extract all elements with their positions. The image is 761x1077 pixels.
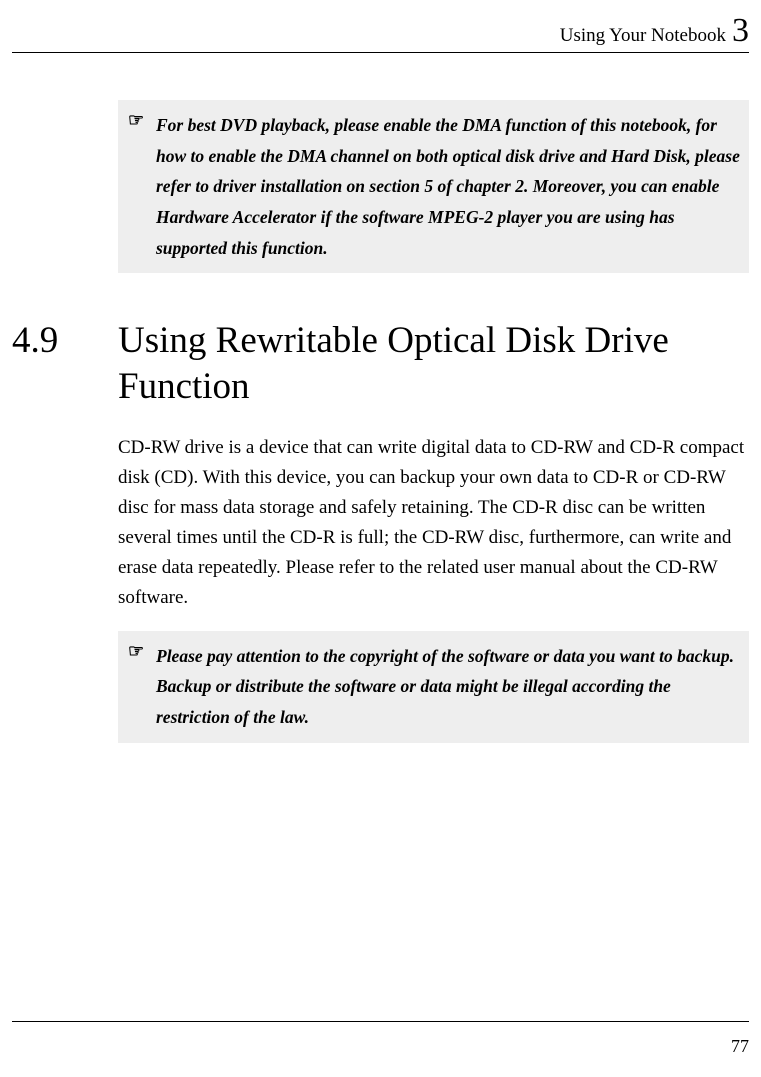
pointing-hand-icon: ☞ (128, 641, 144, 662)
section-heading: 4.9 Using Rewritable Optical Disk Drive … (12, 318, 749, 411)
header-chapter-number: 3 (732, 14, 749, 48)
section-title: Using Rewritable Optical Disk Drive Func… (118, 318, 749, 411)
note-box-copyright: ☞ Please pay attention to the copyright … (118, 631, 749, 743)
page-content: ☞ For best DVD playback, please enable t… (12, 100, 749, 743)
page-number: 77 (731, 1036, 749, 1056)
page-header: Using Your Notebook 3 (12, 14, 749, 53)
body-paragraph: CD-RW drive is a device that can write d… (118, 433, 749, 613)
note-text-dvd: For best DVD playback, please enable the… (128, 110, 743, 263)
pointing-hand-icon: ☞ (128, 110, 144, 131)
note-text-copyright: Please pay attention to the copyright of… (128, 641, 743, 733)
header-title: Using Your Notebook (560, 25, 726, 47)
section-number: 4.9 (12, 318, 118, 411)
note-box-dvd: ☞ For best DVD playback, please enable t… (118, 100, 749, 273)
page-footer: 77 (12, 1021, 749, 1057)
